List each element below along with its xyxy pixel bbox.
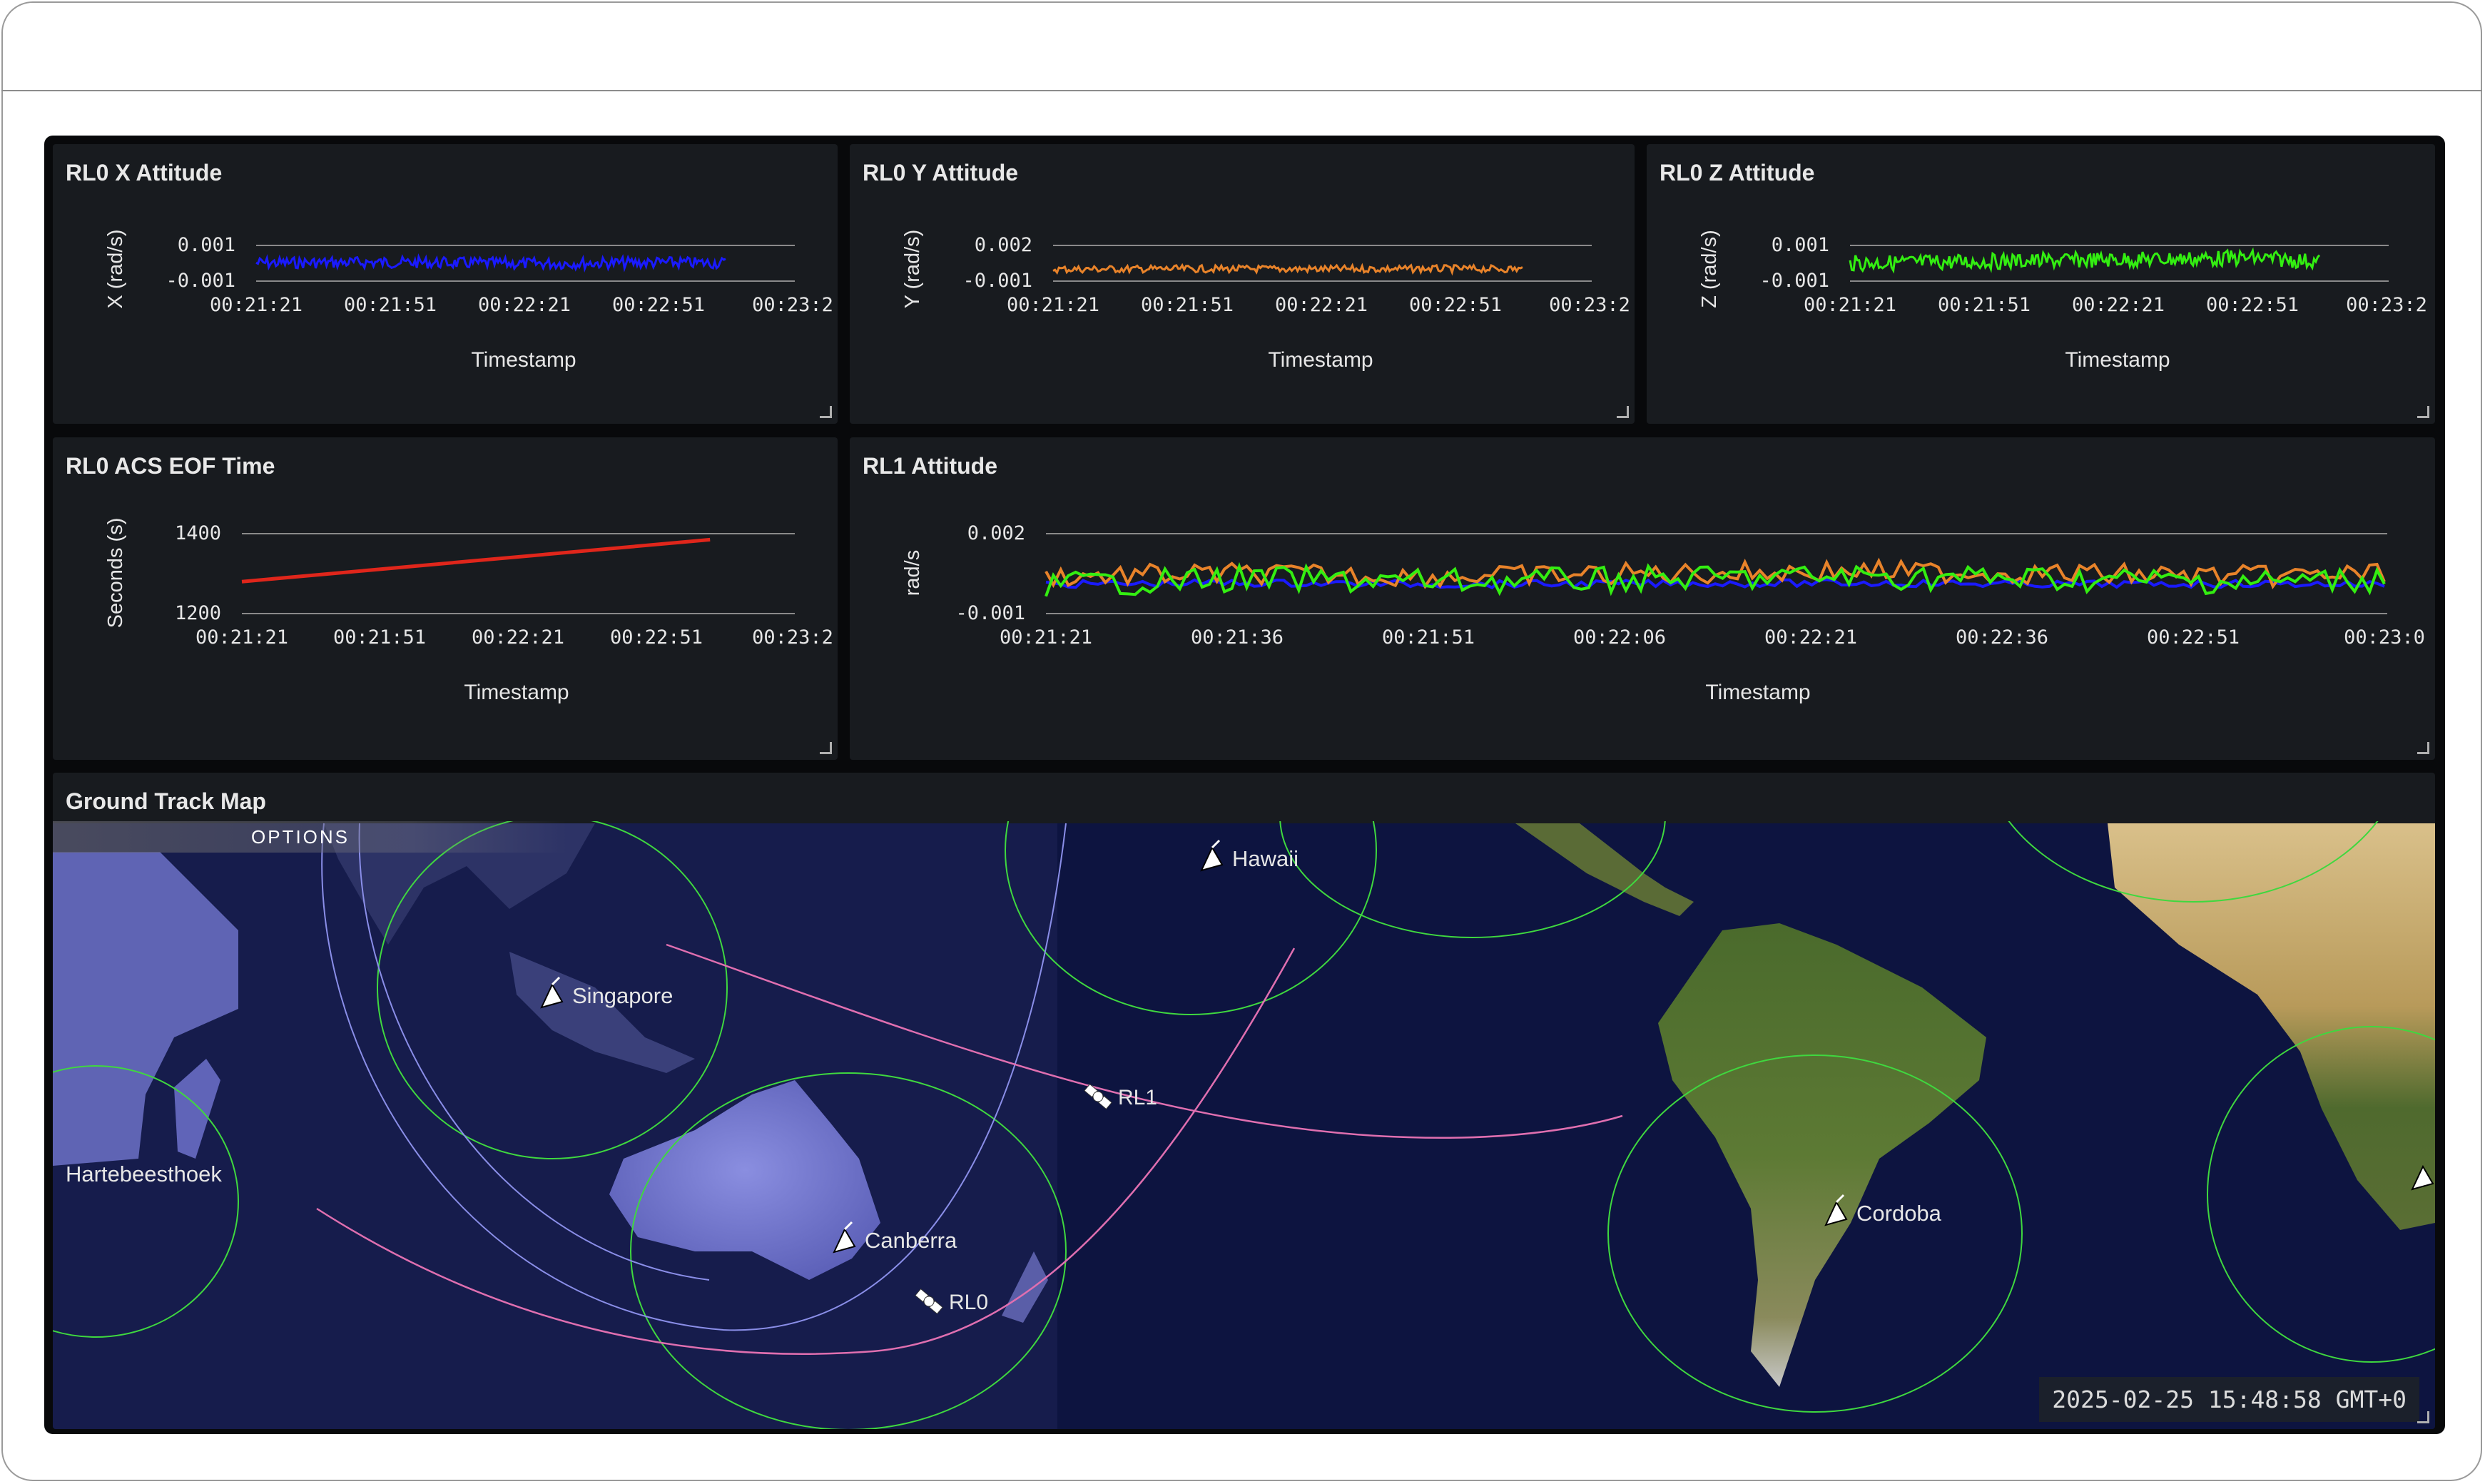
x-tick: 00:23:0 xyxy=(2344,626,2425,649)
svg-text:RL0: RL0 xyxy=(949,1291,988,1314)
x-tick: 00:22:21 xyxy=(2072,294,2165,316)
rl1-attitude-chart: rad/s 0.002 -0.001 00:21:21 00:21:36 00:… xyxy=(901,522,2425,704)
x-tick: 00:22:21 xyxy=(1275,294,1368,316)
svg-text:RL1: RL1 xyxy=(1118,1086,1157,1109)
y-tick: 1400 xyxy=(175,522,221,544)
resize-handle[interactable] xyxy=(2417,742,2429,754)
station-hartebeesthoek: Hartebeesthoek xyxy=(66,1162,222,1186)
x-tick: 00:22:51 xyxy=(2206,294,2299,316)
resize-handle[interactable] xyxy=(1617,406,1629,418)
x-axis-label: Timestamp xyxy=(464,681,569,704)
y-axis-label: rad/s xyxy=(901,550,924,596)
y-tick: -0.001 xyxy=(166,270,235,292)
dashboard: RL0 X Attitude X (rad/s) 0.001 -0.001 00… xyxy=(44,136,2445,1434)
x-tick: 00:21:51 xyxy=(1141,294,1234,316)
svg-text:Cordoba: Cordoba xyxy=(1856,1201,1942,1226)
x-tick: 00:21:51 xyxy=(344,294,437,316)
x-tick: 00:22:36 xyxy=(1956,626,2048,649)
resize-handle[interactable] xyxy=(820,406,832,418)
svg-text:Singapore: Singapore xyxy=(572,983,673,1008)
x-attitude-chart: X (rad/s) 0.001 -0.001 00:21:21 00:21:51… xyxy=(104,229,833,372)
x-tick: 00:21:21 xyxy=(1804,294,1896,316)
x-tick: 00:21:36 xyxy=(1191,626,1284,649)
x-tick: 00:22:21 xyxy=(478,294,571,316)
x-axis-label: Timestamp xyxy=(1268,348,1373,372)
z-attitude-chart: Z (rad/s) 0.001 -0.001 00:21:21 00:21:51… xyxy=(1698,230,2427,372)
y-tick: -0.001 xyxy=(955,602,1025,624)
panel-ground-track-map[interactable]: Ground Track Map Hawaii Singapore Harteb… xyxy=(53,773,2435,1429)
panel-rl1-attitude[interactable]: RL1 Attitude rad/s 0.002 -0.001 00:21:21… xyxy=(850,437,2435,760)
y-axis-label: Y (rad/s) xyxy=(901,230,924,309)
panel-z-attitude[interactable]: RL0 Z Attitude Z (rad/s) 0.001 -0.001 00… xyxy=(1647,144,2435,424)
x-tick: 00:23:2 xyxy=(1549,294,1630,316)
ground-track-map[interactable]: Hawaii Singapore Hartebeesthoek Canberra… xyxy=(53,821,2435,1429)
x-axis-label: Timestamp xyxy=(2065,348,2170,372)
header-divider xyxy=(1,90,2482,91)
y-tick: 0.002 xyxy=(975,234,1032,256)
y-tick: 0.001 xyxy=(1772,234,1829,256)
x-tick: 00:22:06 xyxy=(1573,626,1666,649)
panel-x-attitude[interactable]: RL0 X Attitude X (rad/s) 0.001 -0.001 00… xyxy=(53,144,838,424)
svg-text:Hawaii: Hawaii xyxy=(1232,846,1299,871)
y-axis-label: X (rad/s) xyxy=(104,229,127,308)
panel-title: Ground Track Map xyxy=(66,788,266,814)
x-tick: 00:21:51 xyxy=(333,626,426,649)
x-tick: 00:21:21 xyxy=(210,294,303,316)
x-tick: 00:22:21 xyxy=(472,626,564,649)
y-series-line xyxy=(1052,263,1523,276)
x-tick: 00:21:21 xyxy=(1007,294,1099,316)
eof-series-line xyxy=(241,537,711,584)
z-series-line xyxy=(1849,247,2321,274)
panel-eof-time[interactable]: RL0 ACS EOF Time Seconds (s) 1400 1200 0… xyxy=(53,437,838,760)
x-series-line xyxy=(255,253,726,273)
eof-time-chart: Seconds (s) 1400 1200 00:21:21 00:21:51 … xyxy=(104,518,833,704)
x-tick: 00:21:21 xyxy=(195,626,288,649)
y-tick: 1200 xyxy=(175,602,221,624)
resize-handle[interactable] xyxy=(2417,406,2429,418)
y-tick: 0.001 xyxy=(178,234,235,256)
map-options-button[interactable]: OPTIONS xyxy=(53,821,566,853)
y-axis-label: Seconds (s) xyxy=(104,518,127,629)
x-tick: 00:23:2 xyxy=(752,626,833,649)
x-tick: 00:21:21 xyxy=(1000,626,1092,649)
x-axis-label: Timestamp xyxy=(471,348,576,372)
panel-y-attitude[interactable]: RL0 Y Attitude Y (rad/s) 0.002 -0.001 00… xyxy=(850,144,1635,424)
x-tick: 00:21:51 xyxy=(1382,626,1475,649)
x-tick: 00:22:51 xyxy=(2147,626,2240,649)
x-axis-label: Timestamp xyxy=(1705,681,1810,704)
x-tick: 00:22:51 xyxy=(610,626,703,649)
svg-text:Hartebeesthoek: Hartebeesthoek xyxy=(66,1162,222,1186)
x-tick: 00:22:51 xyxy=(1409,294,1502,316)
x-tick: 00:21:51 xyxy=(1938,294,2031,316)
x-tick: 00:23:2 xyxy=(752,294,833,316)
y-axis-label: Z (rad/s) xyxy=(1698,230,1721,308)
y-tick: 0.002 xyxy=(967,522,1025,544)
svg-text:Canberra: Canberra xyxy=(865,1228,957,1253)
x-tick: 00:23:2 xyxy=(2346,294,2427,316)
map-clock: 2025-02-25 15:48:58 GMT+0 xyxy=(2039,1377,2419,1422)
y-attitude-chart: Y (rad/s) 0.002 -0.001 00:21:21 00:21:51… xyxy=(901,230,1630,372)
resize-handle[interactable] xyxy=(820,742,832,754)
y-tick: -0.001 xyxy=(1759,270,1829,292)
resize-handle[interactable] xyxy=(2417,1411,2429,1423)
x-tick: 00:22:51 xyxy=(612,294,705,316)
x-tick: 00:22:21 xyxy=(1764,626,1857,649)
y-tick: -0.001 xyxy=(962,270,1032,292)
